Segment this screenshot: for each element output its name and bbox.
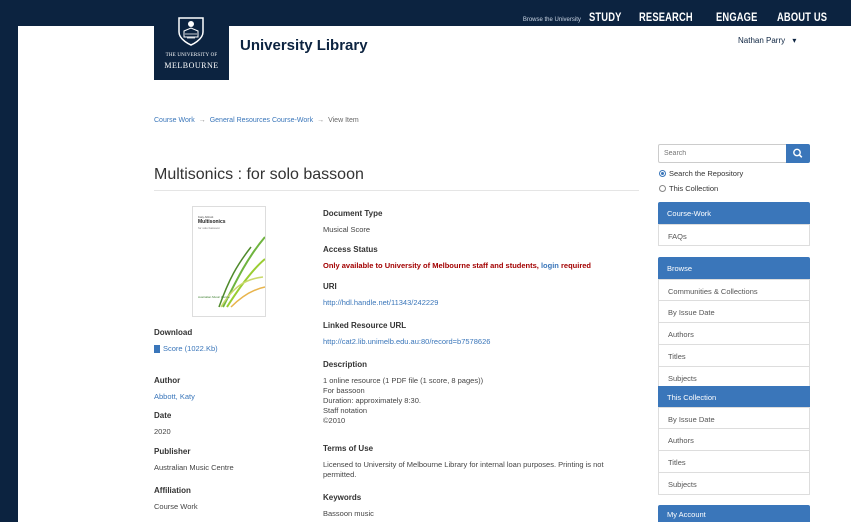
terms-label: Terms of Use: [323, 444, 374, 453]
chevron-down-icon: ▾: [792, 36, 797, 45]
terms-line: permitted.: [323, 470, 357, 479]
my-account-heading: My Account: [658, 505, 810, 522]
date-label: Date: [154, 411, 172, 420]
site-title[interactable]: University Library: [240, 37, 368, 54]
cover-artwork-icon: [218, 236, 265, 308]
item-thumbnail[interactable]: Katy Abbott Multisonics for solo bassoon…: [192, 206, 266, 317]
logo-line1: THE UNIVERSITY OF: [165, 53, 218, 58]
sidebar-item-authors[interactable]: Authors: [658, 323, 810, 345]
logo-line2: MELBOURNE: [164, 61, 219, 70]
doctype-label: Document Type: [323, 209, 383, 218]
breadcrumb-current: View Item: [328, 117, 359, 124]
terms-section: Terms of Use Licensed to University of M…: [323, 444, 604, 480]
collection-item-titles[interactable]: Titles: [658, 451, 810, 473]
global-nav: Browse the University STUDY RESEARCH ENG…: [523, 10, 841, 24]
user-name: Nathan Parry: [738, 36, 786, 45]
download-section: Download Score (1022.Kb): [154, 328, 218, 354]
description-line: Duration: approximately 8:30.: [323, 396, 421, 405]
description-text: 1 online resource (1 PDF file (1 score, …: [323, 376, 483, 426]
collection-item-by-issue-date[interactable]: By Issue Date: [658, 407, 810, 429]
sidebar-item-by-issue-date[interactable]: By Issue Date: [658, 301, 810, 323]
description-line: Staff notation: [323, 406, 368, 415]
crest-icon: [178, 17, 204, 46]
author-label: Author: [154, 376, 181, 385]
search-box: [658, 144, 810, 163]
download-label: Download: [154, 328, 193, 337]
thumbnail-publisher: Australian Music Centre: [198, 295, 230, 299]
access-section: Access Status Only available to Universi…: [323, 245, 591, 270]
author-link[interactable]: Abbott, Katy: [154, 392, 195, 401]
radio-search-repository[interactable]: Search the Repository: [659, 169, 743, 178]
keywords-label: Keywords: [323, 493, 362, 502]
description-section: Description 1 online resource (1 PDF fil…: [323, 360, 483, 426]
affiliation-label: Affiliation: [154, 486, 191, 495]
uri-link[interactable]: http://hdl.handle.net/11343/242229: [323, 298, 438, 307]
radio-label: Search the Repository: [669, 169, 744, 178]
breadcrumb: Course Work → General Resources Course-Wor…: [154, 117, 359, 124]
date-section: Date 2020: [154, 411, 171, 436]
radio-label: This Collection: [669, 184, 719, 193]
this-collection-heading: This Collection: [658, 386, 810, 408]
description-label: Description: [323, 360, 368, 369]
keywords-section: Keywords Bassoon music: [323, 493, 374, 518]
breadcrumb-arrow-icon: →: [317, 117, 325, 124]
download-score-link[interactable]: Score (1022.Kb): [163, 344, 218, 353]
title-divider: [154, 190, 639, 191]
nav-engage[interactable]: ENGAGE: [716, 10, 758, 24]
radio-unselected-icon: [659, 185, 666, 192]
breadcrumb-course-work[interactable]: Course Work: [154, 117, 195, 124]
browse-university-link[interactable]: Browse the University: [523, 17, 581, 23]
publisher-value: Australian Music Centre: [154, 463, 234, 472]
affiliation-value: Course Work: [154, 502, 198, 511]
radio-selected-icon: [659, 170, 666, 177]
browse-panel-heading: Browse: [658, 257, 810, 279]
radio-this-collection[interactable]: This Collection: [659, 184, 718, 193]
description-line: 1 online resource (1 PDF file (1 score, …: [323, 376, 484, 385]
description-line: ©2010: [323, 416, 346, 425]
collection-item-authors[interactable]: Authors: [658, 429, 810, 451]
doctype-value: Musical Score: [323, 225, 371, 234]
access-required-text: required: [560, 261, 591, 270]
page-content: THE UNIVERSITY OF MELBOURNE University L…: [18, 5, 851, 522]
terms-text: Licensed to University of Melbourne Libr…: [323, 460, 604, 480]
author-section: Author Abbott, Katy: [154, 376, 195, 401]
login-link[interactable]: login: [541, 261, 559, 270]
nav-about-us[interactable]: ABOUT US: [777, 10, 827, 24]
description-line: For bassoon: [323, 386, 365, 395]
sidebar-item-faqs[interactable]: FAQs: [658, 224, 810, 246]
linked-resource-label: Linked Resource URL: [323, 321, 407, 330]
search-input[interactable]: [658, 144, 787, 163]
access-text: Only available to University of Melbourn…: [323, 261, 539, 270]
terms-line: Licensed to University of Melbourne Libr…: [323, 460, 604, 469]
publisher-section: Publisher Australian Music Centre: [154, 447, 234, 472]
user-menu[interactable]: Nathan Parry ▾: [738, 36, 796, 45]
file-icon: [154, 345, 160, 354]
nav-research[interactable]: RESEARCH: [639, 10, 693, 24]
uri-label: URI: [323, 282, 337, 291]
keyword-value: Bassoon music: [323, 509, 374, 518]
collection-item-subjects[interactable]: Subjects: [658, 473, 810, 495]
access-status: Only available to University of Melbourn…: [323, 261, 591, 270]
university-logo[interactable]: THE UNIVERSITY OF MELBOURNE: [154, 5, 229, 80]
search-icon: [793, 148, 803, 158]
top-bar: Browse the University STUDY RESEARCH ENG…: [0, 0, 851, 26]
sidebar-item-communities[interactable]: Communities & Collections: [658, 279, 810, 301]
publisher-label: Publisher: [154, 447, 191, 456]
linked-resource-section: Linked Resource URL http://cat2.lib.unim…: [323, 321, 490, 346]
doctype-section: Document Type Musical Score: [323, 209, 382, 234]
page-title: Multisonics : for solo bassoon: [154, 166, 364, 183]
coursework-panel-heading[interactable]: Course-Work: [658, 202, 810, 224]
search-button[interactable]: [786, 144, 810, 163]
linked-resource-link[interactable]: http://cat2.lib.unimelb.edu.au:80/record…: [323, 337, 490, 346]
nav-study[interactable]: STUDY: [589, 10, 622, 24]
sidebar-item-titles[interactable]: Titles: [658, 345, 810, 367]
breadcrumb-general-resources[interactable]: General Resources Course-Work: [210, 117, 313, 124]
breadcrumb-arrow-icon: →: [198, 117, 206, 124]
date-value: 2020: [154, 427, 171, 436]
affiliation-section: Affiliation Course Work: [154, 486, 198, 511]
uri-section: URI http://hdl.handle.net/11343/242229: [323, 282, 438, 307]
access-label: Access Status: [323, 245, 378, 254]
